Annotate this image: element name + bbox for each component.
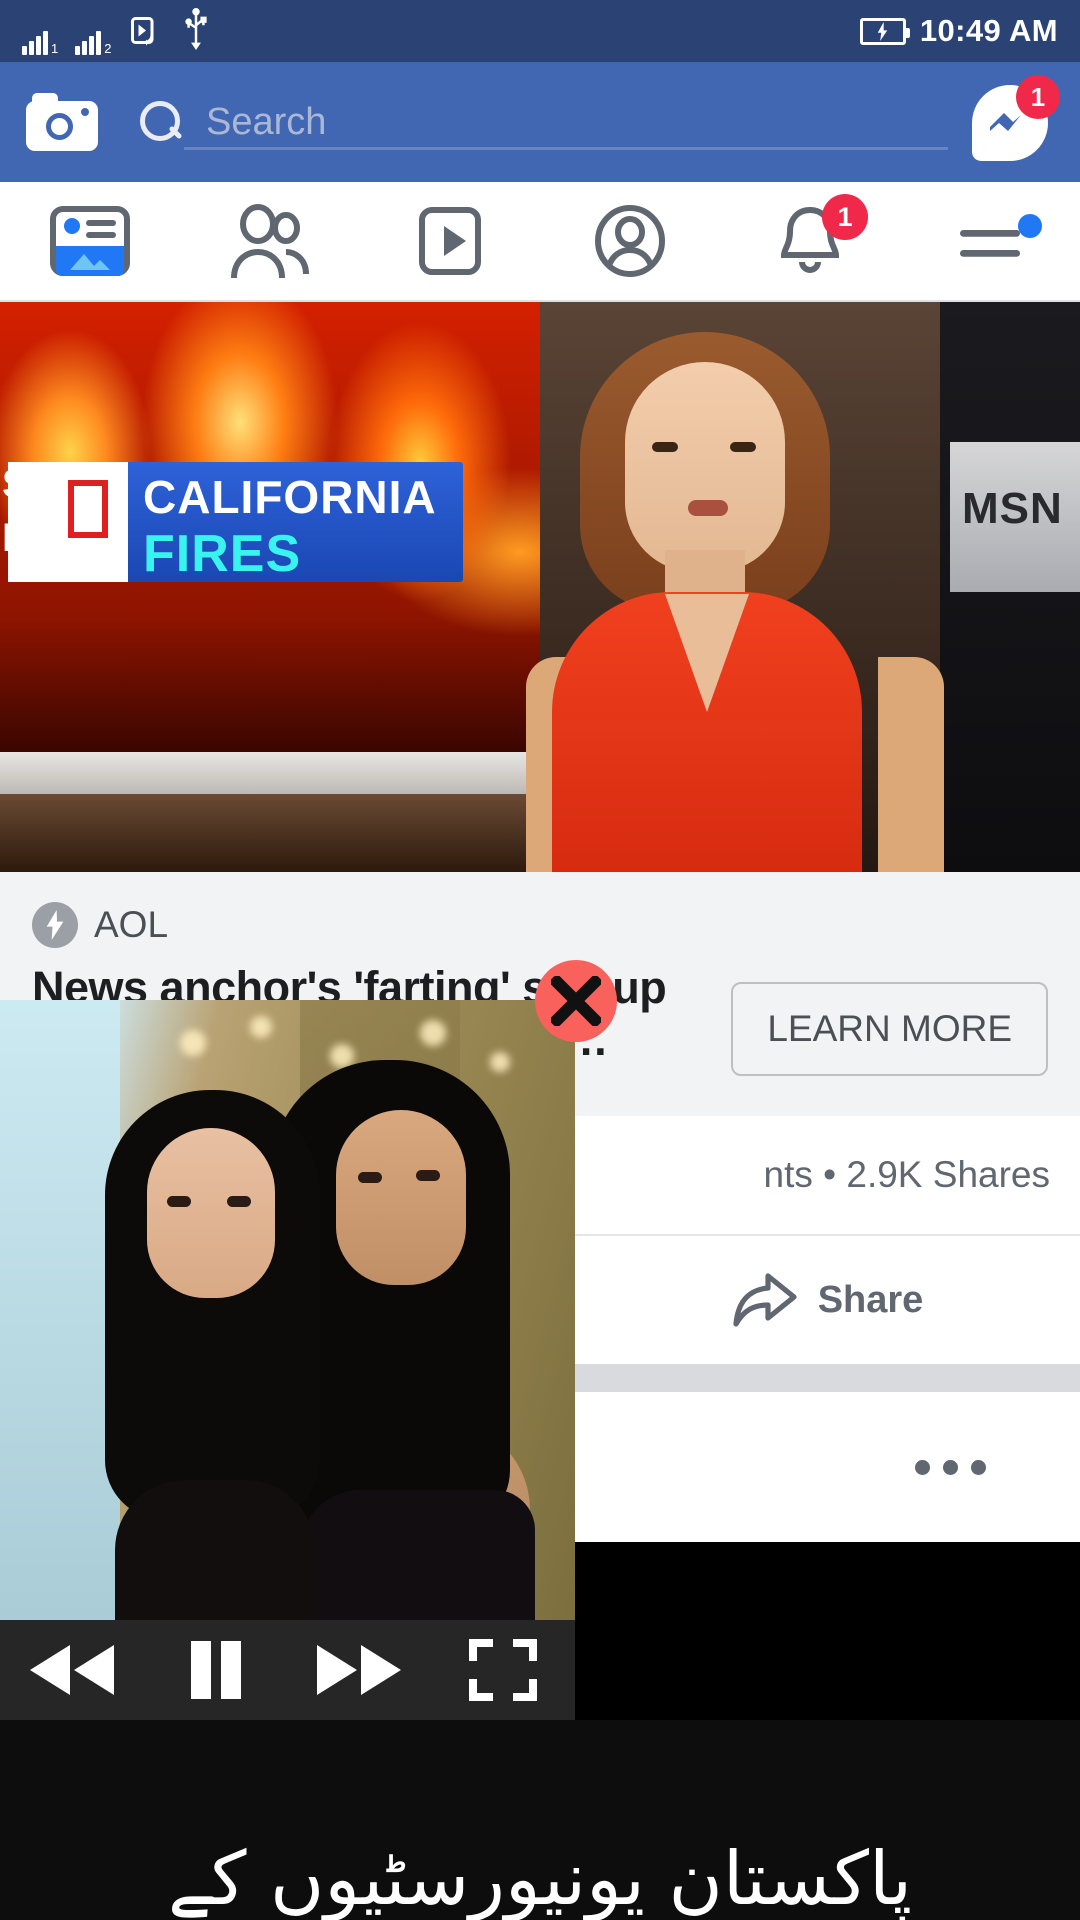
article-source-name: AOL: [94, 904, 169, 945]
search-bar[interactable]: Search: [138, 76, 948, 168]
rewind-icon: [29, 1645, 114, 1695]
studio-desk: [0, 794, 585, 872]
bottom-banner: پاکستان یونیورسٹیوں کے: [0, 1720, 1080, 1920]
chyron-title: CALIFORNIA: [143, 471, 437, 523]
pause-button[interactable]: [144, 1639, 288, 1701]
share-label: Share: [817, 1278, 924, 1321]
signal-bars-sim1-icon: 1: [22, 30, 59, 56]
chyron-subtitle: FIRES: [143, 525, 302, 583]
news-feed-icon: [50, 206, 130, 276]
check-mark-icon: [68, 480, 108, 538]
friends-icon: [231, 204, 309, 278]
battery-charging-icon: [859, 17, 910, 45]
window-light: [0, 1000, 120, 1620]
menu-notification-dot: [1018, 214, 1042, 238]
signal-bars-sim2-icon: 2: [75, 30, 112, 56]
search-icon: [138, 99, 184, 145]
sidebar-item-watch[interactable]: [360, 182, 540, 300]
fullscreen-button[interactable]: [431, 1639, 575, 1701]
search-underline: [184, 147, 948, 150]
app-header: Search 1: [0, 62, 1080, 182]
status-bar-left-icons: 1 2: [22, 7, 211, 56]
more-options-icon[interactable]: [915, 1459, 986, 1475]
bottom-banner-text: پاکستان یونیورسٹیوں کے: [167, 1835, 913, 1920]
main-tab-bar: 1: [0, 182, 1080, 302]
article-source-row: AOL: [32, 902, 1048, 948]
share-arrow-icon: [733, 1273, 797, 1327]
sidebar-item-news-feed[interactable]: [0, 182, 180, 300]
person-left: [105, 1090, 325, 1620]
post-media-thumbnail[interactable]: S KE CALIFORNIA FIRES MSN: [0, 302, 1080, 872]
profile-icon: [595, 205, 665, 277]
status-bar-right: 10:49 AM: [859, 13, 1058, 49]
pause-icon: [190, 1641, 241, 1699]
fast-forward-button[interactable]: [288, 1641, 432, 1699]
notifications-badge: 1: [822, 194, 868, 240]
sidebar-item-friends[interactable]: [180, 182, 360, 300]
studio-desk-edge: [0, 752, 585, 794]
watch-video-icon: [419, 207, 481, 275]
learn-more-button[interactable]: LEARN MORE: [731, 982, 1048, 1076]
clock-time: 10:49 AM: [919, 13, 1058, 48]
pip-video-surface[interactable]: [0, 1000, 575, 1620]
post-counts-text[interactable]: nts • 2.9K Shares: [764, 1154, 1051, 1196]
usb-icon: [181, 7, 211, 55]
sidebar-item-profile[interactable]: [540, 182, 720, 300]
messenger-icon[interactable]: 1: [968, 75, 1060, 165]
messenger-badge: 1: [1016, 75, 1060, 119]
instant-article-bolt-icon: [32, 902, 78, 948]
close-pip-button[interactable]: [535, 960, 617, 1042]
share-button[interactable]: Share: [575, 1272, 1080, 1328]
fullscreen-icon: [469, 1639, 538, 1701]
sidebar-item-menu[interactable]: [900, 182, 1080, 300]
sidebar-item-notifications[interactable]: 1: [720, 182, 900, 300]
news-anchor: [526, 302, 944, 872]
close-x-icon: [551, 976, 601, 1026]
search-input[interactable]: Search: [206, 101, 326, 144]
fast-forward-icon: [317, 1645, 402, 1695]
hamburger-menu-icon: [960, 230, 1020, 257]
screen-cast-icon: [128, 14, 164, 55]
logo-text-line1: S: [2, 462, 29, 506]
network-watermark: MSN: [962, 484, 1063, 533]
status-bar: 1 2 10:49 AM: [0, 0, 1080, 62]
rewind-button[interactable]: [0, 1641, 144, 1699]
broadcast-chyron: S KE CALIFORNIA FIRES: [2, 462, 463, 583]
sim2-label: 2: [104, 40, 112, 56]
pip-control-bar: [0, 1620, 575, 1720]
floating-video-player[interactable]: [0, 1000, 575, 1720]
logo-text-line2: KE: [2, 516, 58, 560]
sim1-label: 1: [51, 40, 59, 56]
camera-icon[interactable]: [26, 93, 98, 151]
